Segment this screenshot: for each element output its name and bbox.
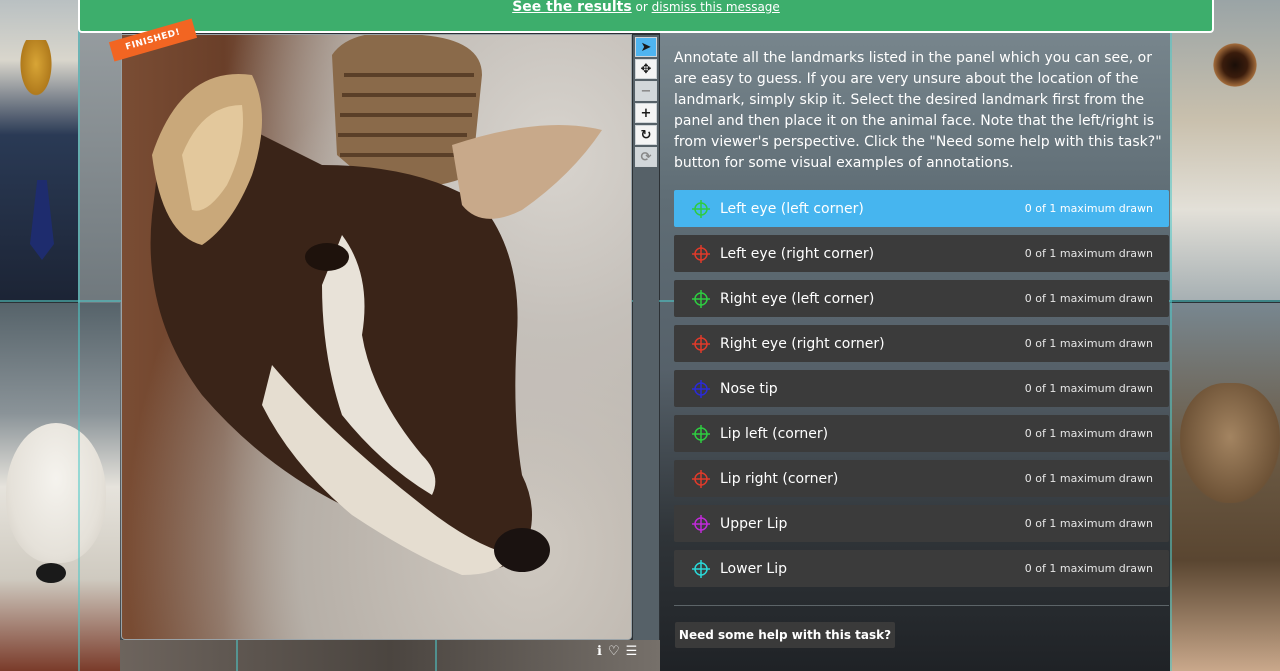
crosshair-icon: [692, 559, 710, 578]
info-icon[interactable]: ℹ: [597, 644, 602, 659]
landmark-count: 0 of 1 maximum drawn: [1024, 427, 1153, 440]
eagle-beak: [18, 40, 54, 100]
divider: [674, 605, 1169, 606]
need-help-button[interactable]: Need some help with this task?: [675, 622, 895, 648]
landmark-label: Lip left (corner): [720, 425, 829, 442]
image-toolbar: ➤ ✥ − + ↻ ⟳: [633, 35, 659, 640]
image-actions: ℹ ♡ ☰: [597, 642, 661, 660]
results-banner: See the results or dismiss this message: [78, 0, 1214, 33]
sable-antelope-illustration: [150, 35, 602, 575]
move-icon[interactable]: ✥: [635, 59, 657, 79]
landmark-upper-lip[interactable]: Upper Lip 0 of 1 maximum drawn: [674, 505, 1169, 542]
landmark-left-eye-right-corner[interactable]: Left eye (right corner) 0 of 1 maximum d…: [674, 235, 1169, 272]
zoom-out-icon[interactable]: −: [635, 81, 657, 101]
reset-icon[interactable]: ⟳: [635, 147, 657, 167]
eagle-tie: [30, 180, 54, 260]
landmark-lip-left-corner[interactable]: Lip left (corner) 0 of 1 maximum drawn: [674, 415, 1169, 452]
landmark-count: 0 of 1 maximum drawn: [1024, 517, 1153, 530]
background-grid-line: [78, 0, 80, 671]
landmark-count: 0 of 1 maximum drawn: [1024, 292, 1153, 305]
loris-eye: [1210, 40, 1260, 90]
landmark-label: Lower Lip: [720, 560, 787, 577]
landmark-count: 0 of 1 maximum drawn: [1024, 382, 1153, 395]
see-results-link[interactable]: See the results: [512, 0, 632, 15]
landmark-label: Upper Lip: [720, 515, 788, 532]
crosshair-icon: [692, 514, 710, 533]
collections-icon[interactable]: ☰: [626, 644, 638, 659]
landmark-right-eye-left-corner[interactable]: Right eye (left corner) 0 of 1 maximum d…: [674, 280, 1169, 317]
subject-image[interactable]: [122, 35, 631, 639]
background-grid-line: [1170, 0, 1172, 671]
banner-connector: or: [635, 0, 648, 14]
subject-image-frame[interactable]: [121, 34, 632, 640]
background-grid-line: [435, 640, 437, 671]
crosshair-icon: [692, 244, 710, 263]
landmark-count: 0 of 1 maximum drawn: [1024, 472, 1153, 485]
landmark-count: 0 of 1 maximum drawn: [1024, 202, 1153, 215]
landmark-count: 0 of 1 maximum drawn: [1024, 247, 1153, 260]
nose: [494, 528, 550, 572]
crosshair-icon: [692, 379, 710, 398]
landmark-left-eye-left-corner[interactable]: Left eye (left corner) 0 of 1 maximum dr…: [674, 190, 1169, 227]
background-polar-bear-portrait: [0, 303, 120, 671]
crosshair-icon: [692, 334, 710, 353]
landmark-label: Right eye (right corner): [720, 335, 885, 352]
landmark-lower-lip[interactable]: Lower Lip 0 of 1 maximum drawn: [674, 550, 1169, 587]
landmark-label: Left eye (right corner): [720, 245, 875, 262]
landmark-count: 0 of 1 maximum drawn: [1024, 337, 1153, 350]
landmark-lip-right-corner[interactable]: Lip right (corner) 0 of 1 maximum drawn: [674, 460, 1169, 497]
zoom-in-icon[interactable]: +: [635, 103, 657, 123]
background-eagle-portrait: [0, 0, 78, 300]
background-otter-portrait: [1170, 303, 1280, 671]
task-instructions: Annotate all the landmarks listed in the…: [674, 50, 1162, 171]
landmark-nose-tip[interactable]: Nose tip 0 of 1 maximum drawn: [674, 370, 1169, 407]
polar-bear-face: [6, 423, 106, 563]
otter-face: [1180, 383, 1280, 503]
polar-bear-nose: [36, 563, 66, 583]
landmark-right-eye-right-corner[interactable]: Right eye (right corner) 0 of 1 maximum …: [674, 325, 1169, 362]
favorite-icon[interactable]: ♡: [608, 644, 620, 659]
rotate-icon[interactable]: ↻: [635, 125, 657, 145]
background-grid-line: [236, 640, 238, 671]
landmark-label: Nose tip: [720, 380, 778, 397]
dismiss-message-link[interactable]: dismiss this message: [652, 0, 780, 14]
landmark-label: Right eye (left corner): [720, 290, 875, 307]
eye: [305, 243, 349, 271]
pointer-icon[interactable]: ➤: [635, 37, 657, 57]
right-ear: [452, 125, 602, 219]
crosshair-icon: [692, 199, 710, 218]
landmark-list: Left eye (left corner) 0 of 1 maximum dr…: [674, 190, 1169, 595]
crosshair-icon: [692, 289, 710, 308]
landmark-label: Left eye (left corner): [720, 200, 864, 217]
crosshair-icon: [692, 469, 710, 488]
crosshair-icon: [692, 424, 710, 443]
landmark-count: 0 of 1 maximum drawn: [1024, 562, 1153, 575]
landmark-label: Lip right (corner): [720, 470, 839, 487]
background-loris-portrait: [1170, 0, 1280, 300]
background-bottom-strip: [120, 640, 660, 671]
